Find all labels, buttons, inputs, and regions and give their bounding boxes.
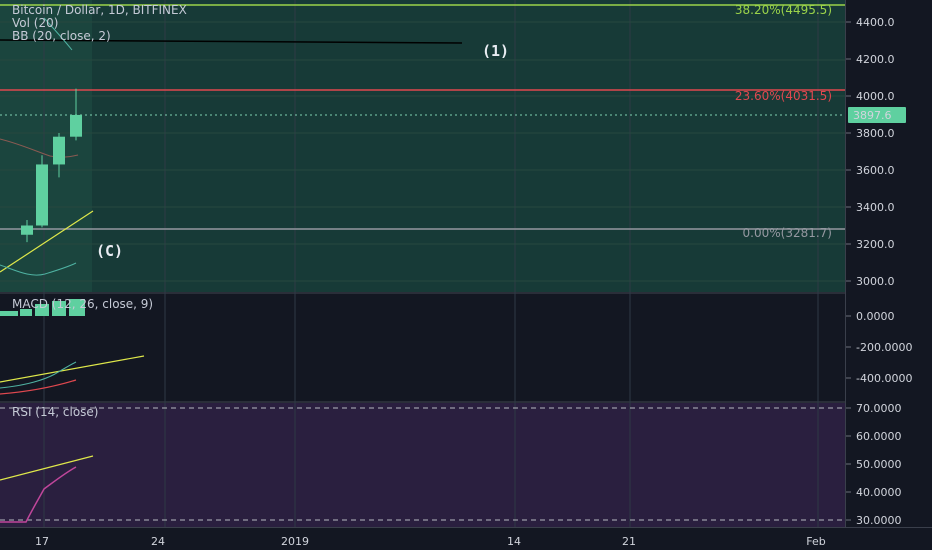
y-axis-tick-label: 3000.0 <box>856 275 895 288</box>
wave-1-annotation[interactable]: (1) <box>482 42 509 60</box>
x-axis-tick-label: 2019 <box>281 535 309 548</box>
fib-label-0: 0.00%(3281.7) <box>743 226 832 240</box>
y-axis-tick-label: 3800.0 <box>856 127 895 140</box>
fib-label-38-2: 38.20%(4495.5) <box>735 3 832 17</box>
y-axis-tick-label: 50.0000 <box>856 458 902 471</box>
volume-indicator-label[interactable]: Vol (20) <box>12 16 58 30</box>
candle-body[interactable] <box>70 114 82 137</box>
y-axis-tick-label: 3200.0 <box>856 238 895 251</box>
y-axis-tick-label: 3600.0 <box>856 164 895 177</box>
rsi-pane-background <box>0 403 845 527</box>
right-axis[interactable] <box>846 0 932 527</box>
bottom-axis[interactable] <box>0 528 932 550</box>
bb-indicator-label[interactable]: BB (20, close, 2) <box>12 29 111 43</box>
candle-body[interactable] <box>21 225 33 235</box>
price-chart[interactable]: 38.20%(4495.5) 23.60%(4031.5) 0.00%(3281… <box>0 0 932 550</box>
y-axis-tick-label: 40.0000 <box>856 486 902 499</box>
x-axis-tick-label: 24 <box>151 535 165 548</box>
rsi-indicator-label[interactable]: RSI (14, close) <box>12 405 98 419</box>
macd-indicator-label[interactable]: MACD (12, 26, close, 9) <box>12 297 153 311</box>
y-axis-tick-label: -200.0000 <box>856 341 912 354</box>
wave-c-annotation[interactable]: (C) <box>96 242 123 260</box>
y-axis-tick-label: 4400.0 <box>856 16 895 29</box>
y-axis-tick-label: 60.0000 <box>856 430 902 443</box>
y-axis-tick-label: 0.0000 <box>856 310 895 323</box>
y-axis-tick-label: 30.0000 <box>856 514 902 527</box>
x-axis-tick-label: 14 <box>507 535 521 548</box>
y-axis-tick-label: 3400.0 <box>856 201 895 214</box>
y-axis-tick-label: -400.0000 <box>856 372 912 385</box>
last-price-label: 3897.6 <box>853 109 892 122</box>
fib-label-23-6: 23.60%(4031.5) <box>735 89 832 103</box>
x-axis-tick-label: 17 <box>35 535 49 548</box>
green-zone-highlight <box>0 0 92 292</box>
x-axis-tick-label: 21 <box>622 535 636 548</box>
candle-body[interactable] <box>53 136 65 165</box>
y-axis-tick-label: 4200.0 <box>856 53 895 66</box>
candle-body[interactable] <box>36 164 48 226</box>
x-axis-tick-label: Feb <box>806 535 825 548</box>
price-pane-background <box>0 0 845 292</box>
y-axis-tick-label: 4000.0 <box>856 90 895 103</box>
symbol-title[interactable]: Bitcoin / Dollar, 1D, BITFINEX <box>12 3 187 17</box>
y-axis-tick-label: 70.0000 <box>856 402 902 415</box>
